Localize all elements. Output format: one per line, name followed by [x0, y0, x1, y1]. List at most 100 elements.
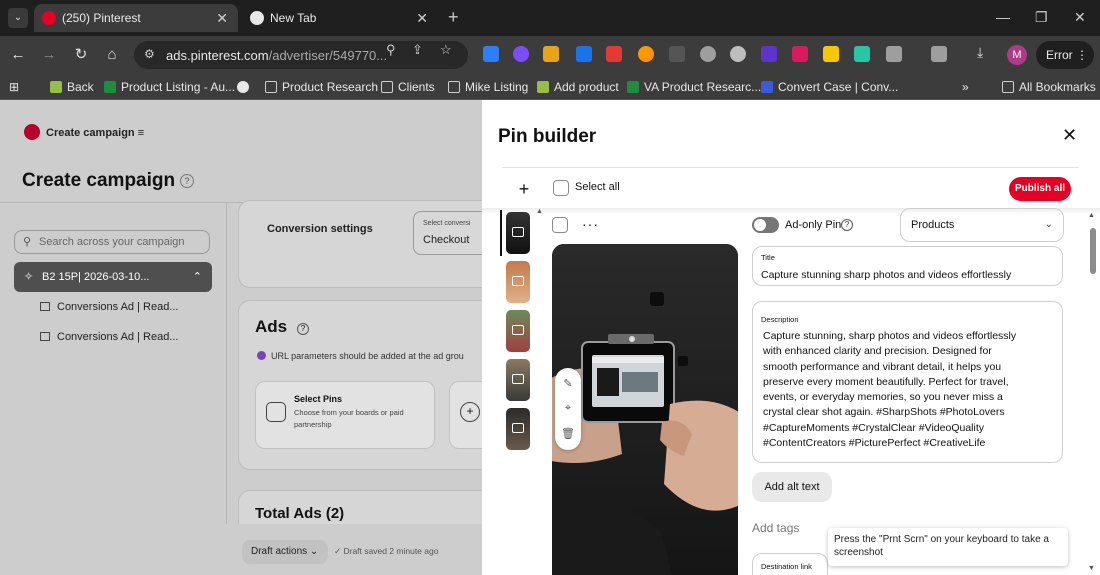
extension-icon[interactable] — [606, 46, 622, 62]
error-button[interactable]: Error ⋮ — [1036, 41, 1094, 69]
products-select[interactable]: Products ⌄ — [900, 208, 1064, 242]
scrollbar-thumb[interactable] — [1090, 228, 1096, 274]
tab-search-button[interactable]: ⌄ — [8, 8, 28, 28]
bookmark-item[interactable]: Back — [50, 79, 94, 95]
new-tab-button[interactable]: + — [448, 6, 459, 28]
extension-icon[interactable] — [543, 46, 559, 62]
all-bookmarks-button[interactable]: All Bookmarks — [1002, 79, 1096, 95]
pin-select-checkbox[interactable] — [552, 217, 568, 233]
minimize-icon[interactable]: — — [996, 6, 1010, 28]
extension-icon[interactable] — [700, 46, 716, 62]
close-icon[interactable]: ✕ — [1062, 126, 1077, 144]
description-field[interactable]: Description Capture stunning, sharp phot… — [752, 301, 1063, 463]
restore-icon[interactable]: ❐ — [1035, 6, 1048, 28]
description-textarea[interactable]: Capture stunning, sharp photos and video… — [763, 329, 1055, 451]
conversion-event-select[interactable]: Select conversi Checkout — [413, 211, 482, 255]
back-arrow-icon[interactable]: ← — [7, 44, 29, 66]
more-options-icon[interactable]: ··· — [582, 216, 599, 232]
bookmark-item[interactable]: Product Listing - Au... — [104, 79, 235, 95]
video-icon — [512, 227, 524, 237]
ad-only-toggle[interactable] — [752, 217, 779, 233]
bookmark-item[interactable]: VA Product Researc... — [627, 79, 761, 95]
campaign-search-input[interactable]: ⚲ Search across your campaign — [14, 230, 210, 254]
screenshot-icon[interactable] — [931, 46, 947, 62]
extension-icon[interactable] — [730, 46, 746, 62]
draft-saved-status: ✓ Draft saved 2 minute ago — [334, 546, 439, 556]
profile-avatar[interactable]: M — [1007, 45, 1027, 65]
window-close-icon[interactable]: ✕ — [1074, 6, 1086, 28]
bookmark-item[interactable]: Mike Listing — [448, 79, 528, 95]
forward-arrow-icon[interactable]: → — [38, 44, 60, 66]
folder-icon — [265, 81, 277, 93]
tab-close-icon[interactable]: ✕ — [416, 4, 428, 32]
pin-thumbnail[interactable] — [506, 261, 530, 303]
extension-icon[interactable] — [761, 46, 777, 62]
extension-icon[interactable] — [513, 46, 529, 62]
download-extension-icon[interactable] — [483, 46, 499, 62]
scroll-down-arrow-icon[interactable]: ▼ — [1088, 565, 1095, 572]
tab-pinterest[interactable]: (250) Pinterest ✕ — [34, 4, 238, 32]
help-icon[interactable]: ? — [180, 174, 194, 188]
edit-pencil-icon[interactable]: ✎ — [555, 377, 581, 390]
help-icon[interactable]: ? — [297, 323, 309, 335]
extension-icon[interactable] — [638, 46, 654, 62]
extensions-puzzle-icon[interactable] — [886, 46, 902, 62]
bookmark-star-icon[interactable]: ☆ — [440, 42, 452, 58]
video-icon — [512, 325, 524, 335]
bookmarks-overflow-button[interactable]: » — [962, 79, 969, 95]
scroll-up-arrow-icon[interactable]: ▲ — [1088, 212, 1095, 219]
brand-header[interactable]: Create campaign ≡ — [24, 124, 144, 140]
menu-icon[interactable]: ≡ — [138, 127, 144, 139]
install-app-icon[interactable]: ⇪ — [412, 42, 423, 58]
campaign-label: B2 15P| 2026-03-10... — [42, 271, 150, 283]
divider — [502, 167, 1079, 168]
add-tags-input[interactable]: Add tags — [752, 521, 799, 535]
pin-thumbnail[interactable] — [506, 212, 530, 254]
sidebar-item-ad-group[interactable]: Conversions Ad | Read... — [40, 331, 178, 343]
reload-icon[interactable]: ↻ — [70, 44, 92, 66]
extension-icon[interactable] — [576, 46, 592, 62]
bookmark-item[interactable]: Add product — [537, 79, 619, 95]
convert-case-icon — [761, 81, 773, 93]
title-field[interactable]: Title Capture stunning sharp photos and … — [752, 246, 1063, 286]
title-input[interactable]: Capture stunning sharp photos and videos… — [761, 269, 1011, 281]
thumbnails-scroll-up-icon[interactable]: ▲ — [536, 208, 543, 215]
pin-thumbnail[interactable] — [506, 310, 530, 352]
video-icon — [512, 276, 524, 286]
select-pins-tile[interactable]: Select Pins Choose from your boards or p… — [255, 381, 435, 449]
selected-indicator — [500, 210, 502, 256]
help-icon[interactable]: ? — [841, 219, 853, 231]
tab-new-tab[interactable]: New Tab ✕ — [242, 4, 438, 32]
apps-grid-icon[interactable]: ⊞ — [9, 79, 19, 95]
publish-all-button[interactable]: Publish all — [1009, 177, 1071, 201]
bookmark-item[interactable]: Product Research — [265, 79, 378, 95]
extension-icon[interactable] — [669, 46, 685, 62]
add-alt-text-button[interactable]: Add alt text — [752, 472, 832, 502]
sidebar-item-ad-group[interactable]: Conversions Ad | Read... — [40, 301, 178, 313]
home-icon[interactable]: ⌂ — [101, 44, 123, 66]
extension-icon[interactable] — [792, 46, 808, 62]
bookmark-item[interactable]: Clients — [381, 79, 435, 95]
info-icon — [257, 351, 266, 360]
bookmark-item[interactable]: Convert Case | Conv... — [761, 79, 898, 95]
trash-icon[interactable]: 🗑 — [555, 427, 581, 440]
add-pin-icon[interactable]: + — [512, 178, 536, 202]
destination-link-field[interactable]: Destination link — [752, 553, 828, 575]
site-settings-icon[interactable]: ⚙ — [144, 47, 155, 61]
add-icon: + — [460, 402, 480, 422]
sidebar-item-campaign[interactable]: ✧ B2 15P| 2026-03-10... ⌃ — [14, 262, 212, 292]
create-pin-tile[interactable]: + — [449, 381, 482, 449]
zoom-search-icon[interactable]: ⚲ — [386, 42, 396, 58]
title-label: Title — [761, 253, 775, 262]
extension-icon[interactable] — [823, 46, 839, 62]
bookmark-item[interactable] — [237, 79, 254, 95]
extension-icon[interactable] — [854, 46, 870, 62]
downloads-icon[interactable]: ⤓ — [977, 44, 993, 60]
tab-close-icon[interactable]: ✕ — [216, 4, 228, 32]
pin-thumbnail[interactable] — [506, 359, 530, 401]
pin-thumbnail[interactable] — [506, 408, 530, 450]
select-all-checkbox[interactable] — [553, 180, 569, 196]
tag-icon[interactable]: ⌖ — [555, 402, 581, 415]
video-icon — [512, 374, 524, 384]
draft-actions-button[interactable]: Draft actions ⌄ — [242, 540, 328, 564]
